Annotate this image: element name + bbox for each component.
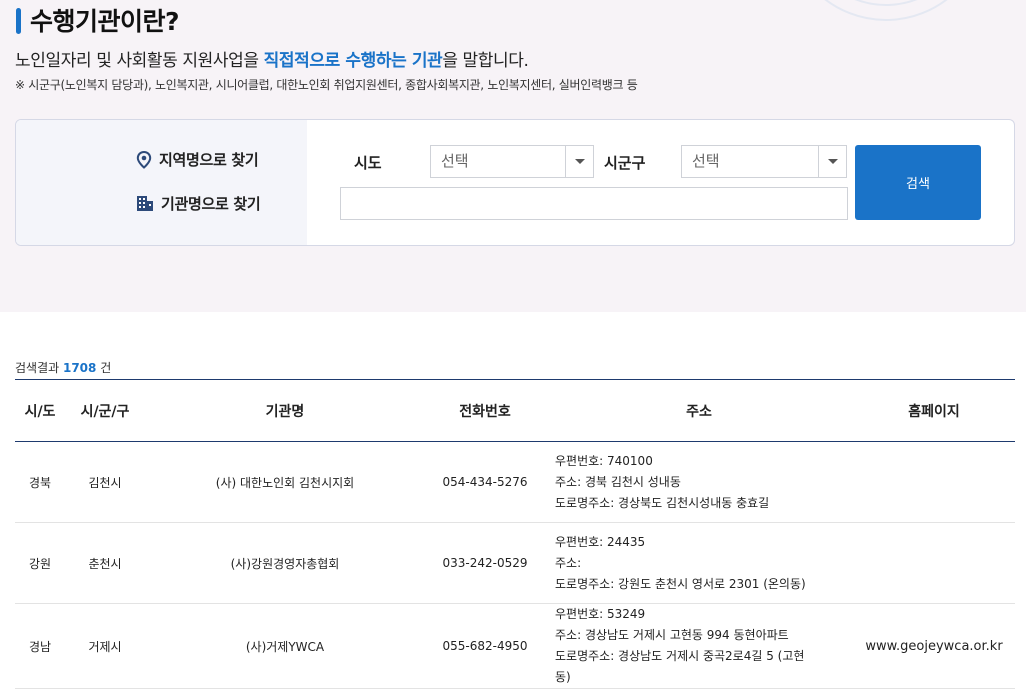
page-description: 노인일자리 및 사회활동 지원사업을 직접적으로 수행하는 기관을 말합니다. bbox=[15, 51, 529, 71]
address-zip: 우편번호: 740100 bbox=[555, 453, 653, 468]
table-row[interactable]: 강원 춘천시 (사)강원경영자총협회 033-242-0529 우편번호: 24… bbox=[15, 522, 1015, 604]
institution-table: 시/도 시/군/구 기관명 전화번호 주소 홈페이지 경북 김천시 (사) 대한… bbox=[15, 379, 1015, 689]
map-pin-icon bbox=[136, 150, 152, 169]
address-road-cont: 동) bbox=[555, 670, 571, 684]
sigungu-label: 시군구 bbox=[604, 154, 646, 172]
cell-address: 우편번호: 53249 주소: 경상남도 거제시 고현동 994 동현아파트 도… bbox=[545, 603, 853, 689]
cell-homepage bbox=[853, 522, 1015, 604]
col-header-homepage: 홈페이지 bbox=[908, 403, 960, 420]
intro-section: 수행기관이란? 노인일자리 및 사회활동 지원사업을 직접적으로 수행하는 기관… bbox=[0, 0, 1026, 312]
result-count: 검색결과 1708 건 bbox=[15, 361, 112, 375]
cell-homepage bbox=[853, 441, 1015, 523]
sido-select-value: 선택 bbox=[441, 152, 469, 170]
table-row[interactable]: 경북 김천시 (사) 대한노인회 김천시지회 054-434-5276 우편번호… bbox=[15, 441, 1015, 523]
decorative-circles-icon bbox=[824, 0, 948, 21]
address-zip: 우편번호: 53249 bbox=[555, 607, 646, 621]
search-button[interactable]: 검색 bbox=[855, 145, 981, 220]
address-zip: 우편번호: 24435 bbox=[555, 534, 646, 549]
cell-sigungu: 춘천시 bbox=[65, 522, 145, 604]
cell-homepage-link[interactable]: www.geojeywca.or.kr bbox=[853, 603, 1015, 689]
page-note: ※ 시군구(노인복지 담당과), 노인복지관, 시니어클럽, 대한노인회 취업지… bbox=[15, 78, 638, 92]
cell-sido: 경남 bbox=[15, 603, 65, 689]
address-road: 도로명주소: 강원도 춘천시 영서로 2301 (온의동) bbox=[555, 576, 806, 591]
address-road: 도로명주소: 경상남도 거제시 중곡2로4길 5 (고현 bbox=[555, 649, 805, 663]
result-count-number: 1708 bbox=[62, 361, 97, 375]
address-lot: 주소: 경북 김천시 성내동 bbox=[555, 474, 681, 489]
cell-address: 우편번호: 24435 주소: 도로명주소: 강원도 춘천시 영서로 2301 … bbox=[545, 522, 853, 604]
page-title: 수행기관이란? bbox=[30, 7, 180, 36]
tab-search-by-name-label: 기관명으로 찾기 bbox=[161, 195, 261, 213]
chevron-down-icon bbox=[565, 146, 593, 177]
cell-sigungu: 김천시 bbox=[65, 441, 145, 523]
institution-name-input[interactable] bbox=[340, 187, 848, 220]
chevron-down-icon bbox=[818, 146, 846, 177]
address-lot: 주소: 경상남도 거제시 고현동 994 동현아파트 bbox=[555, 628, 789, 642]
cell-sido: 강원 bbox=[15, 522, 65, 604]
search-panel: 지역명으로 찾기 기관명으로 찾기 시도 선택 시군구 선택 검색 bbox=[15, 119, 1015, 246]
col-header-sido: 시/도 bbox=[24, 403, 56, 420]
cell-address: 우편번호: 740100 주소: 경북 김천시 성내동 도로명주소: 경상북도 … bbox=[545, 441, 853, 523]
cell-institution-name: (사) 대한노인회 김천시지회 bbox=[145, 441, 425, 523]
cell-phone: 055-682-4950 bbox=[425, 603, 545, 689]
table-header-row: 시/도 시/군/구 기관명 전화번호 주소 홈페이지 bbox=[15, 379, 1015, 442]
address-road: 도로명주소: 경상북도 김천시성내동 충효길 bbox=[555, 495, 770, 510]
cell-phone: 054-434-5276 bbox=[425, 441, 545, 523]
title-accent-bar bbox=[16, 8, 21, 34]
sigungu-select[interactable]: 선택 bbox=[681, 145, 847, 178]
cell-sido: 경북 bbox=[15, 441, 65, 523]
sido-label: 시도 bbox=[354, 154, 382, 172]
tab-search-by-region[interactable]: 지역명으로 찾기 bbox=[136, 149, 259, 170]
building-icon bbox=[137, 196, 153, 211]
col-header-sigungu: 시/군/구 bbox=[80, 403, 130, 420]
sigungu-select-value: 선택 bbox=[692, 152, 720, 170]
cell-phone: 033-242-0529 bbox=[425, 522, 545, 604]
tab-search-by-region-label: 지역명으로 찾기 bbox=[159, 151, 259, 169]
cell-institution-name: (사)거제YWCA bbox=[145, 603, 425, 689]
col-header-name: 기관명 bbox=[265, 403, 305, 420]
cell-sigungu: 거제시 bbox=[65, 603, 145, 689]
cell-institution-name: (사)강원경영자총협회 bbox=[145, 522, 425, 604]
address-lot: 주소: bbox=[555, 555, 582, 570]
col-header-phone: 전화번호 bbox=[459, 403, 511, 420]
sido-select[interactable]: 선택 bbox=[430, 145, 594, 178]
table-row[interactable]: 경남 거제시 (사)거제YWCA 055-682-4950 우편번호: 5324… bbox=[15, 603, 1015, 689]
description-highlight: 직접적으로 수행하는 기관 bbox=[263, 51, 443, 71]
search-mode-panel: 지역명으로 찾기 기관명으로 찾기 bbox=[16, 120, 307, 245]
tab-search-by-name[interactable]: 기관명으로 찾기 bbox=[136, 193, 261, 214]
col-header-address: 주소 bbox=[686, 403, 712, 420]
